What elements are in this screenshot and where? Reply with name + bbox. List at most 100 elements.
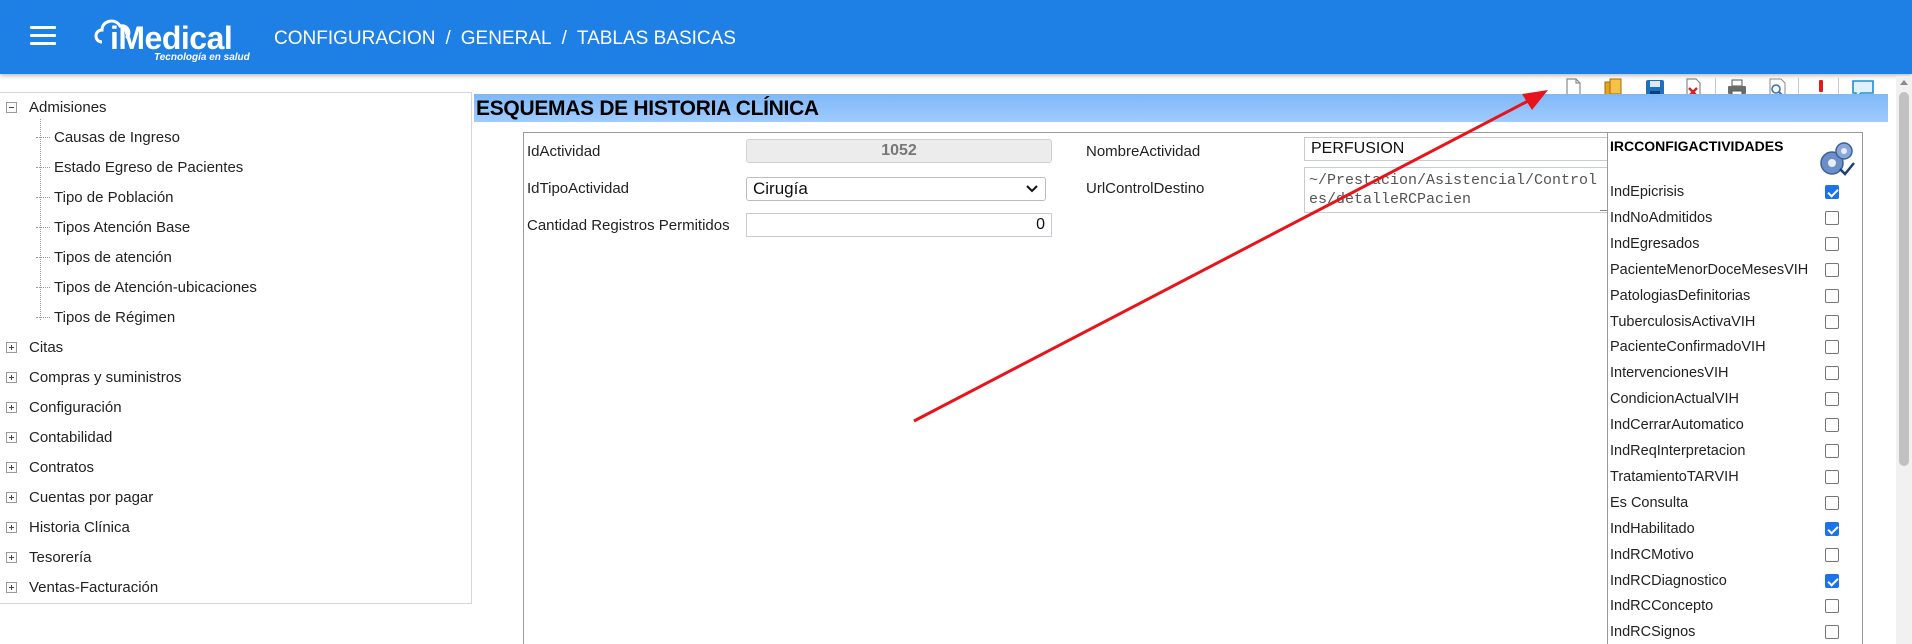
checkbox[interactable] [1825, 444, 1839, 458]
imedical-logo[interactable]: iMedical Tecnología en salud [92, 12, 252, 64]
checklist-item-label: IndRCDiagnostico [1610, 572, 1727, 589]
checklist-item[interactable]: IndEpicrisis [1610, 181, 1860, 203]
checkbox[interactable] [1825, 495, 1839, 510]
tree-child-label[interactable]: Estado Egreso de Pacientes [54, 159, 243, 176]
field-label: Cantidad Registros Permitidos [527, 217, 730, 234]
id-tipo-actividad-select[interactable]: Cirugía [746, 177, 1046, 201]
page-scrollbar[interactable] [1896, 76, 1912, 644]
checklist-item[interactable]: IndNoAdmitidos [1610, 207, 1860, 229]
checkbox[interactable] [1825, 314, 1839, 329]
tree-node-label[interactable]: Cuentas por pagar [29, 489, 153, 506]
expand-toggle-icon[interactable] [6, 522, 17, 533]
select-value: Cirugía [753, 179, 808, 198]
checkbox[interactable] [1825, 469, 1839, 484]
checklist-item[interactable]: IndReqInterpretacion [1610, 440, 1860, 462]
tree-node-label[interactable]: Ventas-Facturación [29, 579, 158, 596]
tree-node-label[interactable]: Compras y suministros [29, 369, 182, 386]
tree-node-label[interactable]: Admisiones [29, 99, 107, 116]
tree-child-label[interactable]: Tipos de Atención-ubicaciones [54, 279, 257, 296]
tree-child-label[interactable]: Causas de Ingreso [54, 129, 180, 146]
checklist-item-label: Es Consulta [1610, 494, 1689, 511]
checklist-item[interactable]: IndCerrarAutomatico [1610, 414, 1860, 436]
checkbox[interactable] [1825, 418, 1839, 433]
tree-child-label[interactable]: Tipos de Régimen [54, 309, 175, 326]
checklist-item[interactable]: PacienteMenorDoceMesesVIH [1610, 259, 1860, 281]
checkbox[interactable] [1825, 521, 1839, 536]
checklist-item-label: IndRCMotivo [1610, 546, 1694, 563]
tree-child-label[interactable]: Tipo de Población [54, 189, 174, 206]
checklist-heading: IRCCONFIGACTIVIDADES [1610, 138, 1784, 154]
expand-toggle-icon[interactable] [6, 462, 17, 473]
field-label: IdTipoActividad [527, 180, 629, 197]
tree-node-label[interactable]: Contratos [29, 459, 94, 476]
tree-node-label[interactable]: Historia Clínica [29, 519, 130, 536]
checklist-item[interactable]: TuberculosisActivaVIH [1610, 311, 1860, 333]
tree-node-label[interactable]: Tesorería [29, 549, 92, 566]
tree-child-label[interactable]: Tipos de atención [54, 249, 172, 266]
checklist-item[interactable]: TratamientoTARVIH [1610, 466, 1860, 488]
expand-toggle-icon[interactable] [6, 342, 17, 353]
checklist-item[interactable]: IntervencionesVIH [1610, 362, 1860, 384]
checklist-item-label: PatologiasDefinitorias [1610, 287, 1751, 304]
checklist-item[interactable]: IndEgresados [1610, 233, 1860, 255]
collapse-toggle-icon[interactable] [6, 102, 17, 113]
tree-node-label[interactable]: Configuración [29, 399, 122, 416]
tree-node-label[interactable]: Citas [29, 339, 63, 356]
tree-child-label[interactable]: Tipos Atención Base [54, 219, 190, 236]
checkbox[interactable] [1825, 599, 1839, 614]
expand-toggle-icon[interactable] [6, 402, 17, 413]
checklist-item-label: IndEgresados [1610, 235, 1700, 252]
checklist-item[interactable]: IndRCMotivo [1610, 544, 1860, 566]
expand-toggle-icon[interactable] [6, 492, 17, 503]
id-actividad-field: 1052 [746, 139, 1052, 163]
field-label: NombreActividad [1086, 143, 1201, 160]
cantidad-registros-field[interactable]: 0 [746, 213, 1052, 237]
checklist-item-label: IndEpicrisis [1610, 184, 1685, 200]
chevron-down-icon [1026, 185, 1038, 193]
checklist-item[interactable]: IndRCDiagnostico [1610, 570, 1860, 592]
checkbox[interactable] [1825, 236, 1839, 251]
checklist-item-label: IntervencionesVIH [1610, 365, 1729, 382]
checkbox[interactable] [1825, 288, 1839, 303]
checklist-item[interactable]: IndRCConcepto [1610, 595, 1860, 617]
hamburger-menu-icon[interactable] [30, 26, 56, 48]
expand-toggle-icon[interactable] [6, 552, 17, 563]
checkbox[interactable] [1825, 340, 1839, 355]
checklist-item[interactable]: Es Consulta [1610, 492, 1860, 514]
checklist-item-label: IndRCConcepto [1610, 598, 1714, 615]
url-control-destino-textarea[interactable]: ~/Prestacion/Asistencial/Control es/deta… [1304, 167, 1610, 213]
checkbox[interactable] [1825, 547, 1839, 562]
checklist-item[interactable]: PatologiasDefinitorias [1610, 285, 1860, 307]
scrollbar-thumb[interactable] [1899, 92, 1909, 466]
expand-toggle-icon[interactable] [6, 582, 17, 593]
breadcrumb-item[interactable]: TABLAS BASICAS [577, 28, 736, 49]
scroll-up-arrow-icon[interactable] [1900, 80, 1908, 85]
config-checklist-panel: IRCCONFIGACTIVIDADES IndEpicrisis IndNoAd… [1607, 132, 1863, 644]
expand-toggle-icon[interactable] [6, 432, 17, 443]
logo-tagline: Tecnología en salud [154, 52, 250, 63]
checkbox[interactable] [1825, 185, 1839, 199]
checkbox[interactable] [1825, 625, 1839, 640]
checklist-item[interactable]: IndHabilitado [1610, 518, 1860, 540]
textarea-line: ~/Prestacion/Asistencial/Control [1309, 172, 1598, 189]
expand-toggle-icon[interactable] [6, 372, 17, 383]
nombre-actividad-field[interactable]: PERFUSION [1304, 137, 1610, 161]
checkbox[interactable] [1825, 262, 1839, 277]
checklist-item[interactable]: IndRCSignos [1610, 621, 1860, 643]
checkbox[interactable] [1825, 573, 1839, 588]
checklist-item[interactable]: PacienteConfirmadoVIH [1610, 336, 1860, 358]
checkbox[interactable] [1825, 210, 1839, 225]
checklist-item-label: PacienteConfirmadoVIH [1610, 339, 1766, 356]
checkbox[interactable] [1825, 392, 1839, 407]
gear-config-icon[interactable] [1816, 139, 1856, 179]
page-title-bar: ESQUEMAS DE HISTORIA CLÍNICA [474, 94, 1888, 122]
tree-node-label[interactable]: Contabilidad [29, 429, 112, 446]
navigation-tree: Admisiones Causas de Ingreso Estado Egre… [0, 92, 472, 604]
field-label: IdActividad [527, 143, 601, 160]
checkbox[interactable] [1825, 366, 1839, 381]
textarea-line: es/detalleRCPacien [1309, 191, 1472, 208]
checklist-item[interactable]: CondicionActualVIH [1610, 388, 1860, 410]
breadcrumb-item[interactable]: CONFIGURACION [274, 28, 436, 49]
breadcrumb-item[interactable]: GENERAL [461, 28, 552, 49]
checklist-item-label: IndRCSignos [1610, 624, 1696, 641]
